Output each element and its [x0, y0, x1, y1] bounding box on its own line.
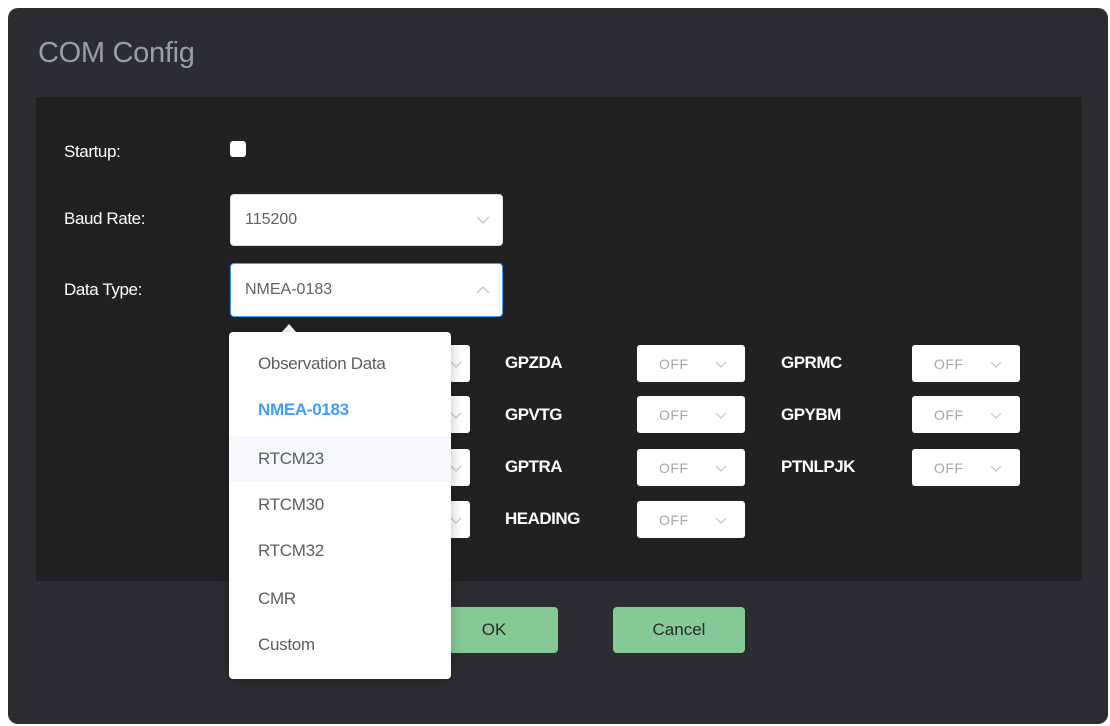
gprmc-select[interactable]: OFF: [912, 345, 1020, 382]
baud-rate-select[interactable]: 115200: [230, 194, 503, 246]
chevron-down-icon: [715, 412, 727, 419]
chevron-down-icon: [715, 465, 727, 472]
chevron-down-icon: [450, 361, 462, 368]
chevron-down-icon: [990, 361, 1002, 368]
message-label-gptra: GPTRA: [505, 457, 563, 476]
dropdown-option-rtcm23[interactable]: RTCM23: [229, 436, 451, 482]
chevron-down-icon: [476, 216, 490, 224]
chevron-up-icon: [476, 286, 490, 294]
heading-value: OFF: [659, 511, 689, 528]
chevron-down-icon: [715, 517, 727, 524]
gptra-select[interactable]: OFF: [637, 449, 745, 486]
dropdown-option-nmea-0183[interactable]: NMEA-0183: [229, 387, 451, 433]
chevron-down-icon: [450, 465, 462, 472]
dropdown-option-cmr[interactable]: CMR: [229, 576, 451, 622]
gpvtg-value: OFF: [659, 406, 689, 423]
ptnlpjk-value: OFF: [934, 459, 964, 476]
dialog-title: COM Config: [38, 37, 195, 69]
chevron-down-icon: [450, 517, 462, 524]
gptra-value: OFF: [659, 459, 689, 476]
data-type-select[interactable]: NMEA-0183: [230, 263, 503, 317]
startup-checkbox[interactable]: [230, 141, 246, 157]
message-label-gpzda: GPZDA: [505, 353, 563, 372]
baud-rate-value: 115200: [245, 211, 298, 228]
chevron-down-icon: [990, 465, 1002, 472]
message-label-gpvtg: GPVTG: [505, 405, 563, 424]
message-label-ptnlpjk: PTNLPJK: [781, 457, 855, 476]
data-type-dropdown: Observation Data NMEA-0183 RTCM23 RTCM30…: [229, 332, 451, 679]
baud-rate-label: Baud Rate:: [64, 209, 146, 228]
gpvtg-select[interactable]: OFF: [637, 396, 745, 433]
message-label-gprmc: GPRMC: [781, 353, 842, 372]
gpybm-value: OFF: [934, 406, 964, 423]
dropdown-option-rtcm32[interactable]: RTCM32: [229, 528, 451, 574]
gpzda-select[interactable]: OFF: [637, 345, 745, 382]
message-label-heading: HEADING: [505, 509, 580, 528]
cancel-button[interactable]: Cancel: [613, 607, 745, 653]
gprmc-value: OFF: [934, 355, 964, 372]
data-type-value: NMEA-0183: [245, 281, 333, 298]
dropdown-option-rtcm30[interactable]: RTCM30: [229, 482, 451, 528]
dropdown-option-custom[interactable]: Custom: [229, 622, 451, 668]
heading-select[interactable]: OFF: [637, 501, 745, 538]
message-label-gpybm: GPYBM: [781, 405, 841, 424]
data-type-label: Data Type:: [64, 280, 142, 299]
ptnlpjk-select[interactable]: OFF: [912, 449, 1020, 486]
chevron-down-icon: [715, 361, 727, 368]
chevron-down-icon: [450, 412, 462, 419]
startup-label: Startup:: [64, 142, 121, 161]
chevron-down-icon: [990, 412, 1002, 419]
gpzda-value: OFF: [659, 355, 689, 372]
gpybm-select[interactable]: OFF: [912, 396, 1020, 433]
dropdown-option-observation-data[interactable]: Observation Data: [229, 341, 451, 387]
